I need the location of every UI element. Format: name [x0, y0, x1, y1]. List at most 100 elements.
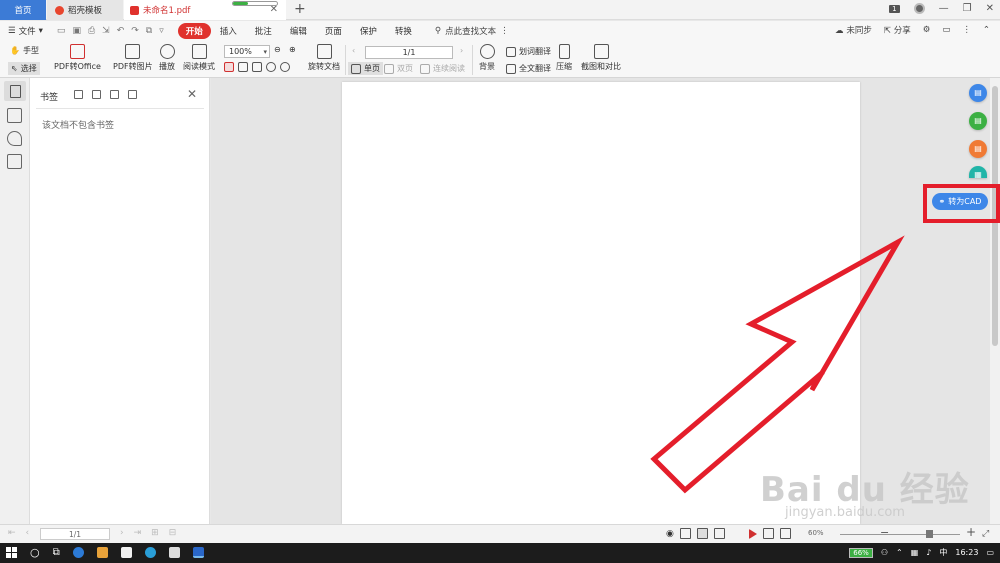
undo-icon[interactable]: ↶ — [117, 26, 125, 36]
float-convert-excel-button[interactable]: ▤ — [969, 112, 987, 130]
pdf-to-office-button[interactable]: PDF转Office — [54, 44, 101, 72]
battery-indicator[interactable]: 66% — [849, 547, 873, 558]
fit-page-status-icon[interactable] — [762, 528, 774, 539]
hand-tool-button[interactable]: ✋ 手型 — [10, 45, 39, 56]
play-slideshow-icon[interactable] — [748, 528, 757, 539]
minimize-icon[interactable]: — — [939, 3, 949, 14]
close-window-icon[interactable]: ✕ — [986, 3, 994, 14]
edge-browser-icon[interactable] — [72, 547, 84, 558]
double-page-button[interactable]: 双页 — [384, 63, 413, 74]
find-text-button[interactable]: ⚲ 点此查找文本 ⋮ — [435, 25, 509, 37]
next-page-icon[interactable]: › — [460, 46, 463, 55]
new-tab-button[interactable]: + — [294, 1, 306, 17]
zoom-select[interactable]: 100% ▾ — [224, 45, 270, 58]
background-button[interactable]: 背景 — [479, 44, 495, 72]
page-number-input[interactable]: 1/1 — [365, 46, 453, 59]
fit-page-icon[interactable] — [238, 62, 248, 72]
tray-expand-icon[interactable]: ⌃ — [896, 548, 903, 557]
back-icon[interactable]: ⊟ — [169, 528, 177, 538]
tab-daoke-template[interactable]: 稻壳模板 — [47, 0, 123, 20]
vertical-scrollbar[interactable] — [990, 78, 1000, 524]
collapse-ribbon-icon[interactable]: ⌃ — [983, 25, 990, 35]
mail-icon[interactable] — [168, 547, 180, 558]
tab-page[interactable]: 页面 — [316, 25, 351, 37]
rotate-right-icon[interactable] — [280, 62, 290, 72]
prev-page-icon[interactable]: ‹ — [26, 528, 30, 538]
export-icon[interactable]: ⇲ — [102, 26, 110, 36]
screenshot-compare-button[interactable]: 截图和对比 — [581, 44, 621, 72]
more-quick-icon[interactable]: ▿ — [159, 26, 164, 36]
view-single-icon[interactable] — [679, 528, 691, 539]
print-icon[interactable]: ⎙ — [88, 26, 95, 36]
expand-bookmark-icon[interactable] — [92, 90, 101, 99]
word-translate-button[interactable]: 划词翻译 — [506, 46, 551, 57]
volume-icon[interactable]: ♪ — [926, 548, 931, 557]
clock-time[interactable]: 16:23 — [955, 548, 978, 557]
ime-indicator[interactable]: 中 — [939, 547, 947, 558]
zoom-plus-icon[interactable]: + — [966, 525, 976, 539]
add-bookmark-icon[interactable] — [74, 90, 83, 99]
notification-icon[interactable]: ▭ — [986, 548, 994, 557]
format-painter-icon[interactable]: ⧉ — [146, 26, 152, 36]
status-page-input[interactable]: 1/1 — [40, 528, 110, 540]
zoom-minus-icon[interactable]: − — [880, 526, 889, 539]
rotate-document-button[interactable]: 旋转文档 — [308, 44, 340, 72]
tab-start[interactable]: 开始 — [177, 23, 211, 39]
zoom-slider-track[interactable] — [840, 534, 960, 535]
open-folder-icon[interactable]: ▭ — [57, 26, 66, 36]
fit-width-icon[interactable] — [252, 62, 262, 72]
tab-home[interactable]: 首页 — [0, 0, 46, 20]
actual-size-icon[interactable] — [224, 62, 234, 72]
comment-icon[interactable]: ▭ — [942, 25, 950, 35]
people-icon[interactable]: ⚇ — [881, 548, 888, 557]
cortana-icon[interactable]: ○ — [30, 546, 40, 559]
edit-bookmark-icon[interactable] — [110, 90, 119, 99]
pdf-to-image-button[interactable]: PDF转图片 — [113, 44, 153, 72]
wps-taskbar-icon[interactable] — [192, 547, 204, 558]
save-icon[interactable]: ▣ — [72, 26, 81, 36]
store-icon[interactable] — [120, 547, 132, 558]
fullscreen-icon[interactable]: ⤢ — [982, 529, 989, 539]
settings-icon[interactable]: ⚙ — [923, 25, 931, 35]
single-page-button[interactable]: 单页 — [348, 62, 383, 75]
prev-page-icon[interactable]: ‹ — [352, 46, 355, 55]
tab-insert[interactable]: 插入 — [211, 25, 246, 37]
rotate-left-icon[interactable] — [266, 62, 276, 72]
zoom-slider-thumb[interactable] — [926, 530, 933, 538]
delete-bookmark-icon[interactable] — [128, 90, 137, 99]
file-explorer-icon[interactable] — [96, 547, 108, 558]
bookmark-panel-icon[interactable] — [4, 81, 26, 101]
user-avatar[interactable] — [913, 3, 925, 14]
attachment-icon[interactable] — [7, 154, 22, 169]
compress-button[interactable]: 压缩 — [556, 44, 572, 72]
add-page-icon[interactable]: ⊞ — [151, 528, 159, 538]
play-button[interactable]: 播放 — [159, 44, 175, 72]
zoom-out-icon[interactable]: ⊖ — [274, 45, 281, 54]
more-options-icon[interactable]: ⋮ — [962, 25, 971, 35]
last-page-icon[interactable]: ⇥ — [134, 528, 142, 538]
close-panel-icon[interactable]: ✕ — [187, 87, 197, 101]
file-menu[interactable]: ☰ 文件 ▾ — [8, 25, 43, 37]
select-tool-button[interactable]: ⇖ 选择 — [8, 62, 40, 75]
read-mode-button[interactable]: 阅读模式 — [183, 44, 215, 72]
tab-protect[interactable]: 保护 — [351, 25, 386, 37]
first-page-icon[interactable]: ⇤ — [8, 528, 16, 538]
task-view-icon[interactable]: ⧉ — [53, 547, 60, 558]
thumbnail-icon[interactable] — [7, 108, 22, 123]
fit-width-status-icon[interactable] — [779, 528, 791, 539]
view-book-icon[interactable] — [713, 528, 725, 539]
clock-app-icon[interactable] — [144, 547, 156, 558]
windows-start-icon[interactable] — [6, 547, 17, 558]
sync-button[interactable]: ☁ 未同步 — [835, 24, 872, 36]
tab-convert[interactable]: 转换 — [386, 25, 421, 37]
next-page-icon[interactable]: › — [120, 528, 124, 538]
maximize-icon[interactable]: ❐ — [963, 3, 972, 14]
annotation-icon[interactable] — [7, 131, 22, 146]
view-fit-icon[interactable] — [696, 528, 708, 539]
redo-icon[interactable]: ↷ — [131, 26, 139, 36]
network-icon[interactable]: ▦ — [911, 548, 919, 557]
continuous-read-button[interactable]: 连续阅读 — [420, 63, 465, 74]
float-convert-word-button[interactable]: ▤ — [969, 84, 987, 102]
float-convert-ppt-button[interactable]: ▤ — [969, 140, 987, 158]
tab-edit[interactable]: 编辑 — [281, 25, 316, 37]
